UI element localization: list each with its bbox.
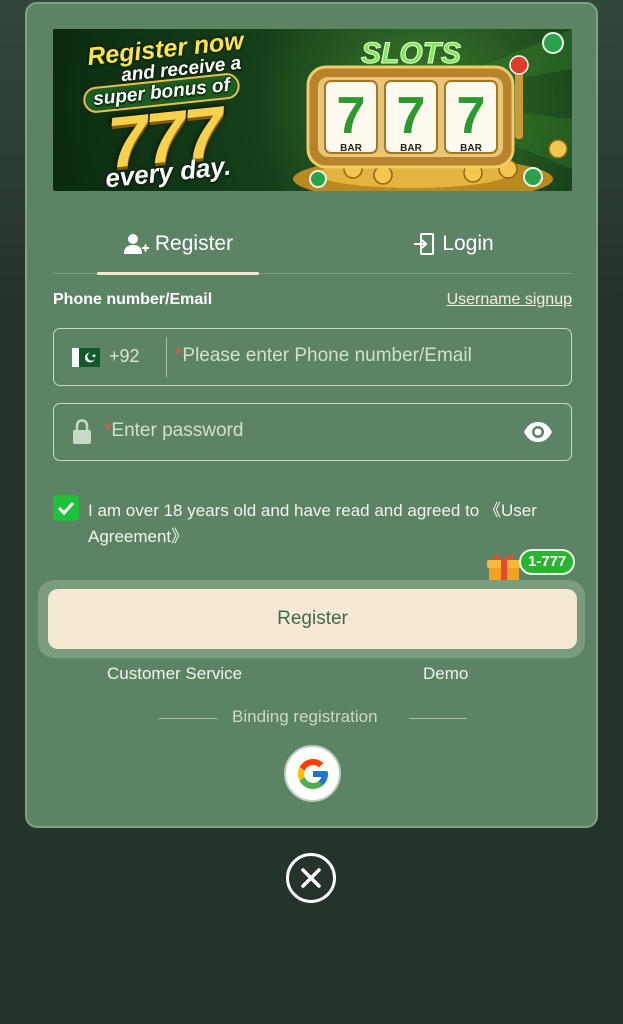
check-icon (57, 501, 75, 515)
country-code[interactable]: +92 (109, 346, 140, 367)
password-input-placeholder[interactable]: *Enter password (104, 420, 243, 442)
tab-login-label: Login (442, 232, 494, 255)
slots-sign: SLOTS (361, 37, 461, 70)
phone-placeholder-text: Please enter Phone number/Email (182, 345, 472, 366)
phone-email-field[interactable]: +92 *Please enter Phone number/Email (53, 328, 572, 386)
tab-register[interactable]: Register (97, 214, 259, 274)
agreement-text[interactable]: I am over 18 years old and have read and… (88, 498, 568, 550)
agreement-checkbox[interactable] (53, 495, 79, 521)
footer-links: Customer Service Demo (53, 664, 572, 688)
username-signup-link[interactable]: Username signup (447, 291, 572, 309)
reel-seven-2: 7 (397, 87, 426, 145)
demo-link[interactable]: Demo (423, 664, 468, 684)
active-tab-indicator (97, 272, 259, 275)
phone-label-row: Phone number/Email Username signup (53, 291, 572, 313)
google-signin-button[interactable] (284, 745, 341, 802)
password-field[interactable]: *Enter password (53, 403, 572, 461)
tab-register-label: Register (154, 232, 234, 255)
pakistan-flag-icon[interactable] (72, 348, 100, 367)
register-button-frame: Register (38, 580, 585, 658)
login-icon (414, 233, 435, 255)
eye-icon[interactable] (523, 421, 553, 443)
phone-email-label: Phone number/Email (53, 291, 213, 308)
lock-icon (73, 419, 91, 444)
divider-line-left (159, 718, 217, 719)
reel-bar-2: BAR (400, 143, 422, 154)
auth-tabs: Register Login (53, 214, 572, 275)
customer-service-link[interactable]: Customer Service (107, 664, 242, 684)
field-divider (166, 337, 167, 377)
reel-bar-1: BAR (340, 143, 362, 154)
password-placeholder-text: Enter password (111, 420, 244, 441)
close-icon (301, 868, 321, 888)
close-button[interactable] (286, 853, 336, 903)
divider-line-right (409, 718, 467, 719)
google-icon (297, 758, 328, 789)
binding-registration-divider: Binding registration (157, 707, 467, 731)
phone-input-placeholder[interactable]: *Please enter Phone number/Email (175, 345, 472, 367)
register-button[interactable]: Register (48, 589, 577, 649)
reel-bar-3: BAR (460, 143, 482, 154)
add-user-icon (123, 234, 149, 254)
promo-banner: 7 7 7 BAR BAR BAR SLOTS Register now and… (53, 29, 572, 191)
register-modal: 7 7 7 BAR BAR BAR SLOTS Register now and… (25, 2, 598, 828)
binding-registration-label: Binding registration (232, 707, 378, 726)
reel-seven-1: 7 (337, 87, 366, 145)
bonus-badge: 1-777 (519, 549, 576, 575)
tab-login[interactable]: Login (353, 214, 553, 274)
reel-seven-3: 7 (457, 87, 486, 145)
